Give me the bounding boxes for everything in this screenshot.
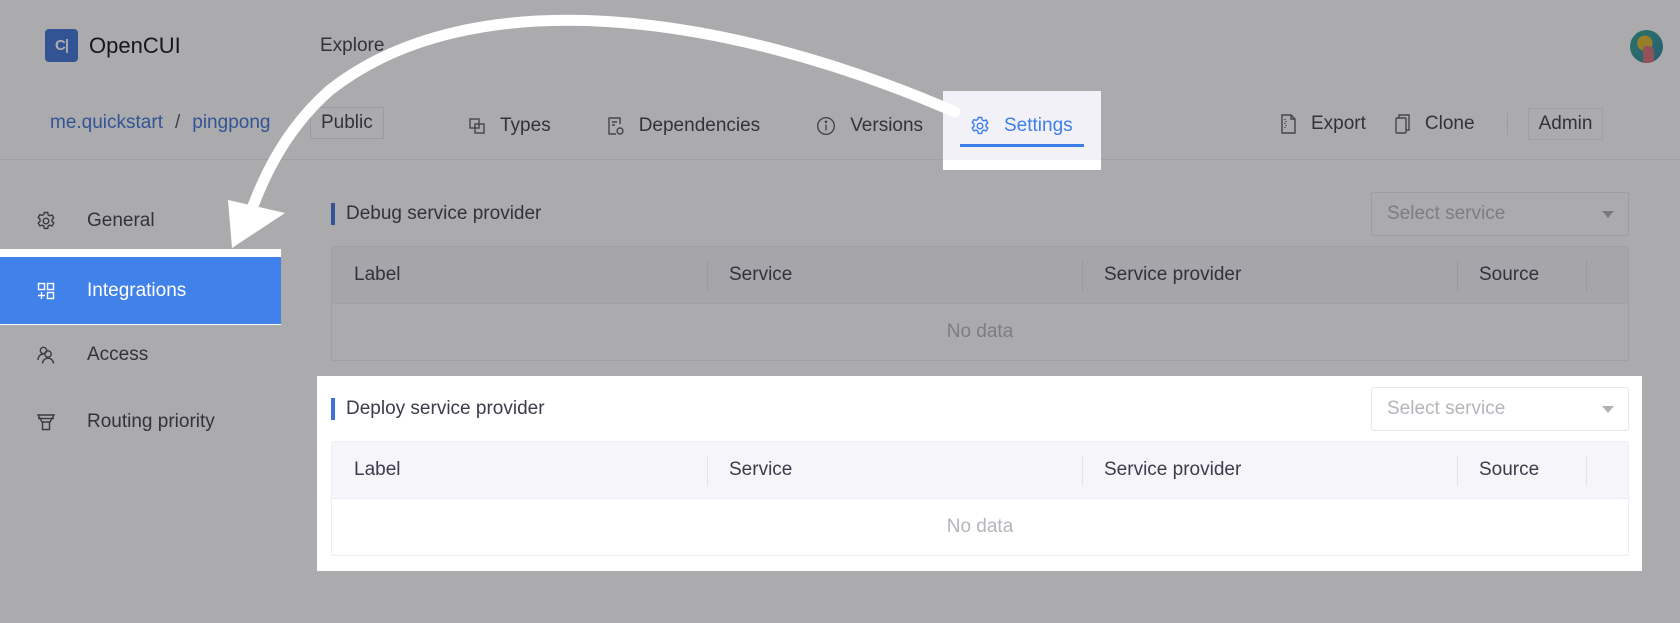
deploy-service-select[interactable]: Select service [1371, 387, 1629, 431]
info-icon [816, 116, 836, 136]
select-placeholder: Select service [1387, 398, 1506, 419]
user-avatar[interactable] [1630, 30, 1663, 63]
sidebar-item-label: Access [87, 343, 149, 365]
breadcrumb-org-link[interactable]: me.quickstart [50, 112, 163, 134]
tab-settings[interactable]: Settings [943, 92, 1101, 160]
tab-label: Settings [1004, 115, 1073, 136]
sidebar-item-label: General [87, 209, 155, 231]
column-header-source[interactable]: Source [1457, 442, 1586, 498]
visibility-badge: Public [310, 107, 384, 139]
table-header: Label Service Service provider Source [332, 247, 1628, 304]
spotlight-integrations: Integrations [0, 249, 281, 325]
export-button[interactable]: Export [1280, 113, 1366, 135]
dependencies-icon [607, 116, 625, 136]
clone-label: Clone [1424, 113, 1475, 134]
sidebar-item-general[interactable]: General [0, 187, 280, 254]
column-header-label[interactable]: Label [332, 247, 707, 303]
column-header-source[interactable]: Source [1457, 247, 1586, 303]
debug-service-provider-section: Debug service provider Select service La… [331, 192, 1629, 361]
sidebar-item-access[interactable]: Access [0, 321, 280, 388]
section-title: Deploy service provider [331, 398, 545, 420]
tab-label: Versions [850, 115, 924, 136]
sidebar-item-label: Routing priority [87, 410, 215, 432]
gear-icon [970, 116, 990, 136]
chevron-down-icon [1602, 210, 1614, 218]
debug-providers-table: Label Service Service provider Source No… [331, 246, 1629, 361]
spotlight-settings-tab: Settings [943, 91, 1101, 170]
deploy-providers-table: Label Service Service provider Source No… [331, 441, 1629, 556]
users-icon [36, 345, 56, 365]
breadcrumb-project-link[interactable]: pingpong [192, 112, 270, 134]
column-header-label[interactable]: Label [332, 442, 707, 498]
deploy-service-provider-section: Deploy service provider Select service L… [331, 387, 1629, 556]
select-placeholder: Select service [1387, 203, 1506, 224]
nav-explore-link[interactable]: Explore [320, 35, 384, 57]
brand[interactable]: C| OpenCUI [45, 29, 181, 62]
project-actions: Export Clone Admin [1280, 108, 1604, 140]
export-label: Export [1311, 113, 1366, 134]
sidebar-item-integrations[interactable]: Integrations [0, 257, 281, 324]
top-bar: C| OpenCUI Explore me.quickstart / pingp… [0, 0, 1680, 160]
column-header-service-provider[interactable]: Service provider [1082, 442, 1457, 498]
export-file-icon [1280, 114, 1297, 134]
brand-name: OpenCUI [89, 32, 181, 58]
clone-button[interactable]: Clone [1394, 113, 1475, 135]
column-header-service[interactable]: Service [707, 247, 1082, 303]
clone-icon [1394, 114, 1411, 134]
role-badge: Admin [1527, 108, 1604, 140]
tab-versions[interactable]: Versions [788, 92, 951, 160]
integrations-icon [36, 281, 56, 301]
debug-service-select[interactable]: Select service [1371, 192, 1629, 236]
funnel-icon [36, 412, 56, 432]
section-title: Debug service provider [331, 203, 541, 225]
divider [1506, 113, 1508, 135]
empty-state: No data [946, 321, 1014, 342]
gear-icon [36, 211, 56, 231]
chevron-down-icon [1602, 405, 1614, 413]
opencui-logo-icon: C| [45, 29, 78, 62]
breadcrumb: me.quickstart / pingpong [50, 112, 270, 134]
tab-types[interactable]: Types [440, 92, 579, 160]
tab-label: Dependencies [638, 115, 761, 136]
column-header-actions [1586, 442, 1628, 498]
table-header: Label Service Service provider Source [332, 442, 1628, 499]
column-header-actions [1586, 247, 1628, 303]
types-icon [468, 117, 486, 135]
empty-state: No data [946, 516, 1014, 537]
tab-label: Types [500, 115, 551, 136]
column-header-service-provider[interactable]: Service provider [1082, 247, 1457, 303]
sidebar-item-routing-priority[interactable]: Routing priority [0, 388, 280, 455]
breadcrumb-separator: / [174, 112, 181, 133]
tab-dependencies[interactable]: Dependencies [579, 92, 788, 160]
column-header-service[interactable]: Service [707, 442, 1082, 498]
sidebar-item-label: Integrations [87, 279, 187, 301]
spotlight-deploy-section: Deploy service provider Select service L… [317, 376, 1642, 571]
